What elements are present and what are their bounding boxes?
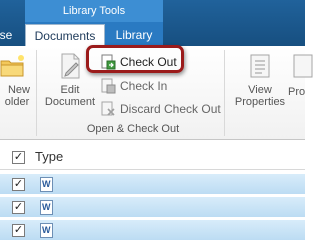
edit-document-icon	[57, 52, 83, 80]
word-document-icon: W	[40, 223, 53, 238]
new-folder-button[interactable]: New older	[0, 52, 32, 108]
discard-check-out-icon	[100, 101, 116, 117]
table-row[interactable]: ✓ W	[0, 196, 305, 217]
edit-document-label-line1: Edit	[60, 84, 80, 96]
row-checkbox[interactable]: ✓	[12, 224, 25, 237]
list-header: ✓ Type	[0, 146, 305, 170]
view-properties-label-line1: View	[248, 84, 272, 96]
new-folder-label-line2: older	[4, 96, 30, 108]
new-folder-label-line1: New	[7, 84, 30, 96]
table-row[interactable]: ✓ W	[0, 219, 305, 240]
view-properties-label-line2: Properties	[234, 96, 286, 108]
tab-library[interactable]: Library	[108, 24, 160, 46]
view-properties-icon	[247, 52, 273, 80]
document-list: ✓ Type ✓ W ✓ W ✓ W	[0, 141, 305, 247]
select-all-checkbox[interactable]: ✓	[12, 151, 25, 164]
ribbon-tab-strip: Library Tools se Documents Library	[0, 0, 305, 46]
row-checkbox[interactable]: ✓	[12, 201, 25, 214]
tab-browse-partial[interactable]: se	[0, 24, 16, 46]
check-out-highlight	[86, 45, 184, 73]
check-in-icon	[100, 78, 116, 94]
open-check-out-group-label: Open & Check Out	[86, 123, 180, 135]
discard-check-out-button[interactable]: Discard Check Out	[100, 100, 221, 118]
new-folder-icon	[0, 52, 25, 80]
library-tools-context-title: Library Tools	[25, 0, 163, 22]
edit-document-label-line2: Document	[44, 96, 96, 108]
tab-documents[interactable]: Documents	[25, 24, 105, 46]
edit-properties-button-partial[interactable]: Pro	[288, 52, 318, 98]
ribbon-separator	[36, 50, 37, 136]
ribbon-separator	[224, 50, 225, 136]
column-header-type[interactable]: Type	[35, 149, 63, 164]
partial-pro-label: Pro	[288, 86, 306, 98]
word-document-icon: W	[40, 200, 53, 215]
view-properties-button[interactable]: View Properties	[230, 52, 290, 108]
properties-icon	[290, 52, 316, 80]
table-row[interactable]: ✓ W	[0, 173, 305, 194]
check-in-button[interactable]: Check In	[100, 77, 167, 95]
word-document-icon: W	[40, 177, 53, 192]
check-in-label: Check In	[120, 79, 168, 93]
discard-check-out-label: Discard Check Out	[120, 102, 221, 116]
row-checkbox[interactable]: ✓	[12, 178, 25, 191]
